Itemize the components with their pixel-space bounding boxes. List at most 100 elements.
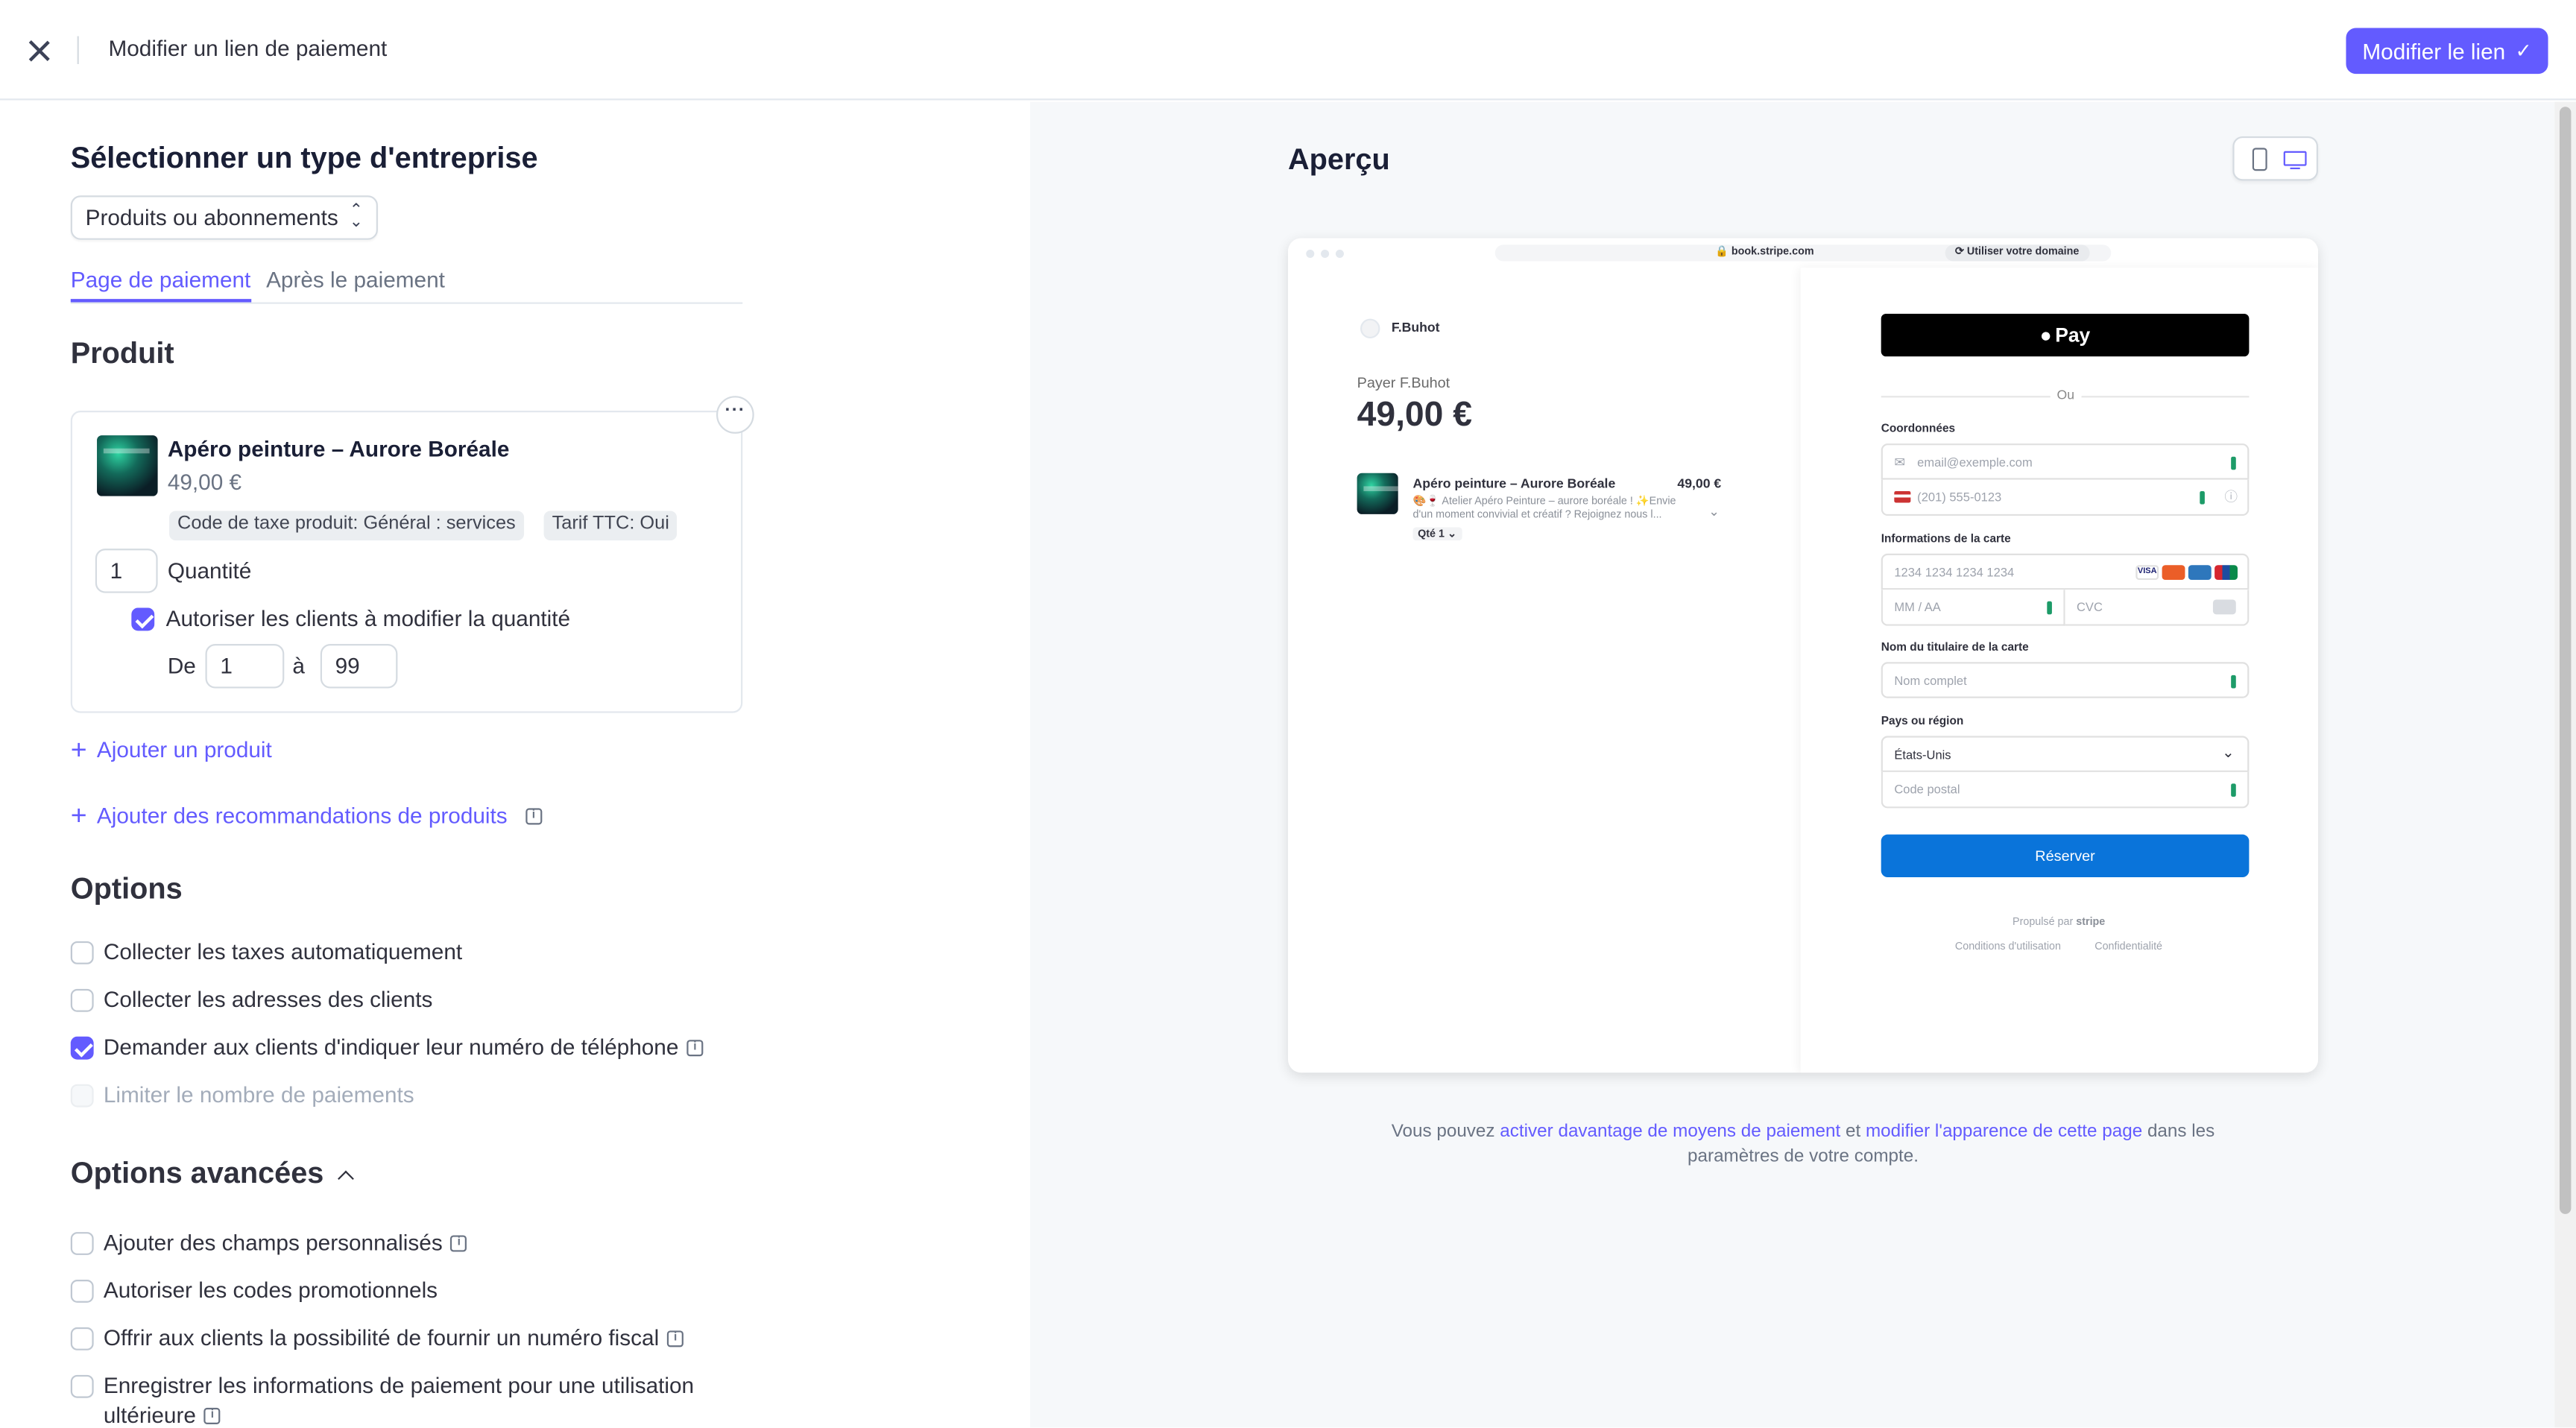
collect-addresses-label: Collecter les adresses des clients — [103, 987, 433, 1012]
business-type-select[interactable]: Produits ou abonnements ⌃ ⌄ — [70, 195, 378, 240]
info-icon: ⓘ — [2224, 489, 2238, 505]
chevron-up-icon — [338, 1170, 355, 1187]
plus-icon: + — [70, 733, 87, 765]
checkout-preview-window: 🔒 book.stripe.com ⟳ Utiliser votre domai… — [1288, 238, 2318, 1073]
window-dot — [1321, 250, 1330, 259]
limit-payments-label: Limiter le nombre de paiements — [103, 1082, 414, 1108]
options-title: Options — [70, 872, 183, 906]
limit-payments-checkbox — [70, 1084, 94, 1108]
desktop-icon[interactable] — [2283, 151, 2307, 170]
tab-payment-page[interactable]: Page de paiement — [70, 268, 250, 303]
footer-middle: et — [1840, 1122, 1866, 1142]
footer-suffix: dans les — [2142, 1122, 2215, 1142]
card-info-label: Informations de la carte — [1881, 534, 2011, 546]
cardholder-name-field[interactable]: Nom complet — [1881, 662, 2250, 698]
mobile-icon[interactable] — [2252, 148, 2267, 171]
custom-fields-option: Ajouter des champs personnalisés i — [104, 1230, 467, 1255]
card-brands: VISA — [2135, 565, 2238, 581]
info-icon[interactable]: i — [686, 1040, 704, 1058]
country-select[interactable]: États-Unis ⌄ — [1881, 736, 2250, 772]
max-quantity-input[interactable]: 99 — [320, 644, 398, 689]
add-recommendations-link[interactable]: + Ajouter des recommandations de produit… — [71, 800, 542, 829]
min-quantity-input[interactable]: 1 — [205, 644, 285, 689]
expiry-field[interactable]: MM / AA — [1881, 590, 2065, 626]
item-thumbnail — [1357, 473, 1398, 514]
min-label: De — [167, 654, 196, 679]
quantity-input[interactable]: 1 — [95, 549, 158, 593]
terms-link[interactable]: Conditions d'utilisation — [1955, 941, 2061, 952]
stripe-logo: stripe — [2076, 916, 2106, 929]
url-value: book.stripe.com — [1731, 246, 1814, 259]
info-icon[interactable]: i — [667, 1331, 684, 1348]
merchant-name: F.Buhot — [1391, 320, 1440, 335]
card-number-field[interactable]: 1234 1234 1234 1234 VISA — [1881, 553, 2250, 590]
business-type-title: Sélectionner un type d'entreprise — [70, 141, 538, 174]
apple-logo-icon: ● — [2039, 323, 2052, 347]
preview-footer-note: Vous pouvez activer davantage de moyens … — [1288, 1120, 2318, 1169]
merchant-logo — [1360, 318, 1380, 339]
customize-appearance-link[interactable]: modifier l'apparence de cette page — [1866, 1122, 2142, 1141]
business-type-value: Produits ou abonnements — [85, 205, 338, 230]
info-icon[interactable]: i — [525, 807, 542, 824]
submit-button[interactable]: Réserver — [1881, 834, 2250, 877]
update-link-button[interactable]: Modifier le lien ✓ — [2346, 28, 2548, 75]
apple-pay-button[interactable]: ● Pay — [1881, 313, 2250, 357]
product-section-title: Produit — [70, 336, 174, 370]
product-thumbnail — [97, 435, 158, 496]
info-icon[interactable]: i — [203, 1408, 221, 1425]
postal-placeholder: Code postal — [1894, 782, 1960, 797]
require-phone-checkbox[interactable] — [70, 1036, 94, 1060]
footer-line2: paramètres de votre compte. — [1688, 1146, 1919, 1166]
page-title: Modifier un lien de paiement — [108, 36, 388, 61]
add-product-link[interactable]: + Ajouter un produit — [70, 733, 272, 765]
item-description-2: d'un moment convivial et créatif ? Rejoi… — [1412, 509, 1662, 521]
max-label: à — [292, 654, 305, 679]
advanced-options-title: Options avancées — [70, 1156, 324, 1190]
footer-prefix: Vous pouvez — [1391, 1122, 1500, 1142]
phone-field[interactable]: (201) 555-0123 ⓘ — [1881, 479, 2250, 516]
item-price: 49,00 € — [1677, 476, 1722, 492]
autofill-icon — [2231, 674, 2236, 689]
domain-pill-label: Utiliser votre domaine — [1966, 246, 2080, 259]
tab-after-payment[interactable]: Après le paiement — [266, 268, 445, 292]
info-icon[interactable]: i — [450, 1236, 467, 1253]
autofill-icon — [2231, 783, 2236, 797]
promo-codes-checkbox[interactable] — [70, 1279, 94, 1303]
tax-id-option: Offrir aux clients la possibilité de fou… — [104, 1326, 684, 1350]
url-text: 🔒 book.stripe.com — [1715, 246, 1814, 259]
collect-addresses-checkbox[interactable] — [70, 988, 94, 1012]
tax-id-checkbox[interactable] — [70, 1327, 94, 1350]
email-field[interactable]: ✉ email@exemple.com — [1881, 443, 2250, 480]
cvc-placeholder: CVC — [2076, 599, 2103, 615]
pay-label: Payer F.Buhot — [1357, 374, 1450, 391]
powered-by-label: Propulsé par — [2012, 916, 2074, 929]
privacy-link[interactable]: Confidentialité — [2094, 941, 2162, 952]
window-dot — [1306, 250, 1315, 259]
item-quantity: Qté 1 ⌄ — [1412, 527, 1462, 541]
advanced-options-toggle[interactable]: Options avancées — [70, 1156, 355, 1191]
close-icon[interactable] — [25, 36, 54, 66]
unionpay-icon — [2214, 565, 2238, 581]
apple-pay-label: Pay — [2055, 323, 2091, 347]
autofill-icon — [2047, 601, 2052, 615]
email-placeholder: email@exemple.com — [1917, 455, 2033, 470]
require-phone-label: Demander aux clients d'indiquer leur num… — [103, 1034, 679, 1060]
tax-inclusive-badge: Tarif TTC: Oui — [543, 511, 678, 541]
country-label: Pays ou région — [1881, 715, 1964, 728]
browser-bar: 🔒 book.stripe.com ⟳ Utiliser votre domai… — [1288, 238, 2318, 268]
postal-code-field[interactable]: Code postal — [1881, 771, 2250, 809]
cardholder-label: Nom du titulaire de la carte — [1881, 642, 2029, 654]
cvc-field[interactable]: CVC — [2065, 590, 2250, 626]
allow-adjust-checkbox[interactable] — [131, 607, 155, 631]
scrollbar[interactable] — [2554, 101, 2576, 1428]
custom-fields-checkbox[interactable] — [70, 1232, 94, 1255]
save-payment-checkbox[interactable] — [70, 1374, 94, 1398]
scroll-thumb[interactable] — [2559, 107, 2572, 1214]
more-options-icon[interactable]: ··· — [716, 396, 754, 434]
mastercard-icon — [2162, 565, 2185, 581]
collect-taxes-checkbox[interactable] — [70, 941, 94, 964]
chevron-down-icon: ⌄ — [2221, 744, 2235, 761]
card-number-placeholder: 1234 1234 1234 1234 — [1894, 565, 2015, 581]
enable-payment-methods-link[interactable]: activer davantage de moyens de paiement — [1500, 1122, 1840, 1141]
chevron-down-icon: ⌄ — [1708, 504, 1720, 519]
